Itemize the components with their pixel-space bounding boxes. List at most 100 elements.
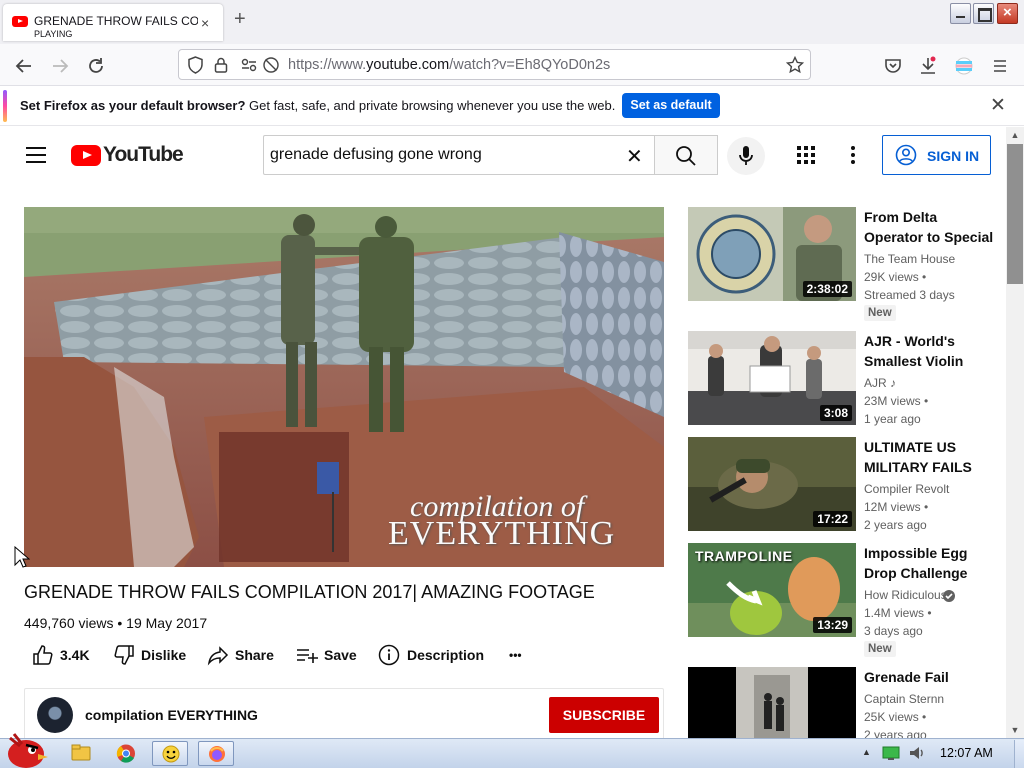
search-query-text[interactable]: grenade defusing gone wrong [270,146,482,164]
more-actions-dots: ••• [509,648,522,662]
forward-arrow-icon[interactable] [50,56,70,76]
tab-title: GRENADE THROW FAILS COMPILATION 2017| AM… [34,14,198,28]
search-clear-button[interactable]: ✕ [626,144,643,169]
share-button[interactable]: Share [207,643,277,669]
taskbar-firefox-button[interactable] [198,741,234,766]
recommendation-title[interactable]: Grenade Fail [864,667,994,687]
chrome-icon[interactable] [108,741,144,766]
thumbs-down-icon [114,645,134,665]
search-icon [676,146,696,166]
info-icon [378,644,400,666]
volume-icon[interactable] [908,745,926,761]
youtube-logo-icon[interactable] [71,145,101,166]
show-desktop-button[interactable] [1014,740,1024,768]
recommendation-channel[interactable]: Captain Sternn [864,692,944,706]
voice-search-button[interactable] [727,137,765,175]
sign-in-label: SIGN IN [927,148,980,164]
recommendation-views: 29K views • [864,270,927,284]
recommendation-title[interactable]: Impossible Egg Drop Challenge [864,543,994,583]
youtube-logo-text[interactable]: YouTube [103,143,184,167]
scroll-up-arrow-icon[interactable]: ▲ [1006,127,1024,143]
settings-more-icon[interactable] [846,146,860,164]
recommendation-thumbnail[interactable]: TRAMPOLINE 13:29 [688,543,856,637]
recommendation-channel[interactable]: AJR ♪ [864,376,896,390]
recommendation-views: 1.4M views • [864,606,932,620]
thumbnail-image [688,667,856,738]
dislike-label: Dislike [141,647,187,663]
recommendation-views: 23M views • [864,394,929,408]
scroll-down-arrow-icon[interactable]: ▼ [1006,722,1024,738]
file-explorer-icon[interactable] [63,741,99,766]
window-close-button[interactable]: × [997,3,1018,24]
new-badge: New [864,305,896,321]
recommendation-title[interactable]: AJR - World's Smallest Violin [864,331,994,371]
set-as-default-button[interactable]: Set as default [622,93,720,118]
share-arrow-icon [207,646,229,666]
guide-menu-icon[interactable] [26,147,46,163]
video-title: GRENADE THROW FAILS COMPILATION 2017| AM… [24,582,595,602]
verified-icon [943,590,955,602]
permissions-icon[interactable] [240,56,258,74]
like-count: 3.4K [60,647,90,663]
recommendation-thumbnail[interactable]: 2:38:02 [688,207,856,301]
recommendation-age: 3 days ago [864,624,923,638]
video-duration: 17:22 [813,511,852,527]
taskbar-clock[interactable]: 12:07 AM [940,746,993,760]
new-tab-button[interactable]: + [234,9,246,29]
shield-icon[interactable] [187,56,204,74]
recommendation-age: 2 years ago [864,728,927,738]
taskbar-app-button[interactable] [152,741,188,766]
video-duration: 13:29 [813,617,852,633]
recommendation-title[interactable]: ULTIMATE US MILITARY FAILS [864,437,994,477]
reload-icon[interactable] [86,56,106,76]
url-text[interactable]: https://www.youtube.com/watch?v=Eh8QYoD0… [288,57,610,73]
description-button[interactable]: Description [378,643,490,669]
sign-in-button[interactable]: SIGN IN [882,135,991,175]
bookmark-star-icon[interactable] [786,56,804,74]
more-actions-button[interactable]: ••• [509,643,531,669]
description-label: Description [407,647,485,663]
apps-grid-icon[interactable] [797,146,815,164]
recommendation-thumbnail[interactable]: 17:22 [688,437,856,531]
recommendation-title[interactable]: From Delta Operator to Special Operation… [864,207,994,247]
autoplay-blocked-icon[interactable] [262,56,280,74]
user-avatar-icon [895,144,917,166]
recommendation-channel[interactable]: The Team House [864,252,955,266]
lock-icon[interactable] [214,56,228,74]
notification-message: Set Firefox as your default browser? Get… [20,98,616,113]
mouse-cursor-icon [14,546,30,568]
save-button[interactable]: Save [296,643,360,669]
tab-close-button[interactable]: × [201,15,209,31]
recommendation-age: 2 years ago [864,518,927,532]
pocket-icon[interactable] [883,56,903,76]
recommendation-thumbnail[interactable] [688,667,856,738]
new-badge: New [864,641,896,657]
network-icon[interactable] [882,745,900,761]
start-button-icon[interactable] [2,730,48,768]
video-duration: 2:38:02 [802,281,852,297]
downloads-icon[interactable] [918,56,938,76]
video-views-date: 449,760 views • 19 May 2017 [24,615,208,631]
window-maximize-button[interactable] [973,3,994,24]
channel-name-link[interactable]: compilation EVERYTHING [85,707,258,723]
tray-expand-arrow-icon[interactable]: ▲ [862,747,871,757]
browser-tab-active[interactable]: GRENADE THROW FAILS COMPILATION 2017| AM… [3,4,223,41]
tab-playing-label: PLAYING [34,29,73,39]
window-minimize-button[interactable] [950,3,971,24]
search-button[interactable] [654,135,718,175]
subscribe-button[interactable]: SUBSCRIBE [549,697,659,733]
notification-close-button[interactable]: ✕ [990,94,1006,117]
address-bar[interactable]: https://www.youtube.com/watch?v=Eh8QYoD0… [178,49,811,80]
account-icon[interactable] [954,56,974,76]
channel-avatar[interactable] [37,697,73,733]
thumbs-up-icon [33,645,53,665]
back-arrow-icon[interactable] [14,56,34,76]
recommendation-views: 25K views • [864,710,927,724]
scrollbar-thumb[interactable] [1007,144,1023,284]
dislike-button[interactable]: Dislike [113,643,189,669]
recommendation-channel[interactable]: Compiler Revolt [864,482,949,496]
hamburger-menu-icon[interactable] [990,56,1010,76]
thumbnail-text: TRAMPOLINE [695,548,793,564]
like-button[interactable]: 3.4K [32,643,94,669]
recommendation-thumbnail[interactable]: 3:08 [688,331,856,425]
